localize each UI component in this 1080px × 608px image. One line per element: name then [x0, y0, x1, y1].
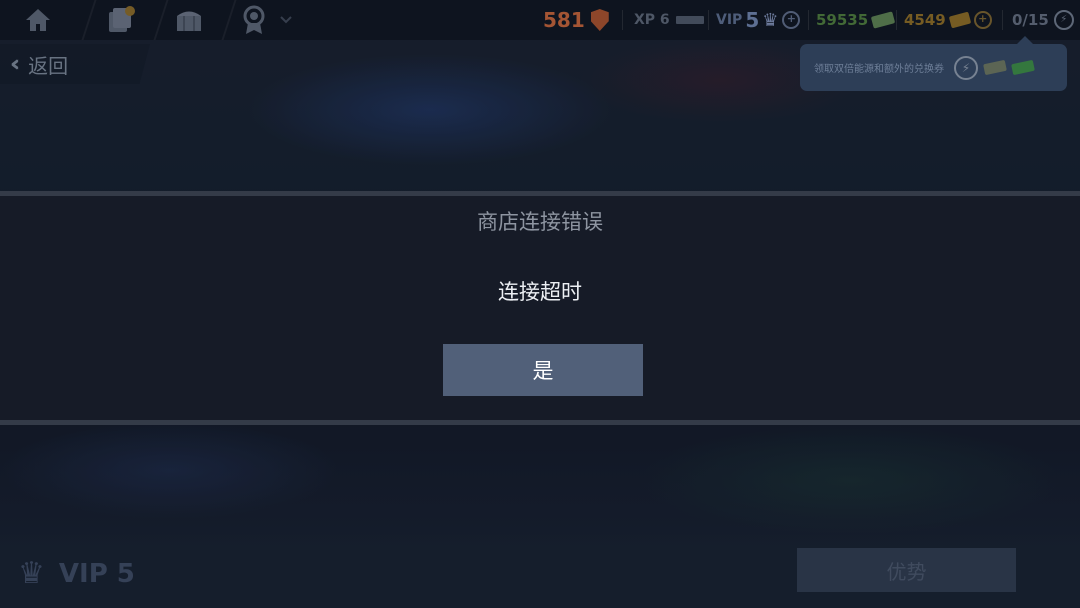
- error-dialog: 商店连接错误 连接超时 是: [0, 191, 1080, 425]
- confirm-button[interactable]: 是: [443, 344, 643, 396]
- dialog-message: 连接超时: [498, 280, 582, 304]
- dialog-title: 商店连接错误: [477, 210, 603, 234]
